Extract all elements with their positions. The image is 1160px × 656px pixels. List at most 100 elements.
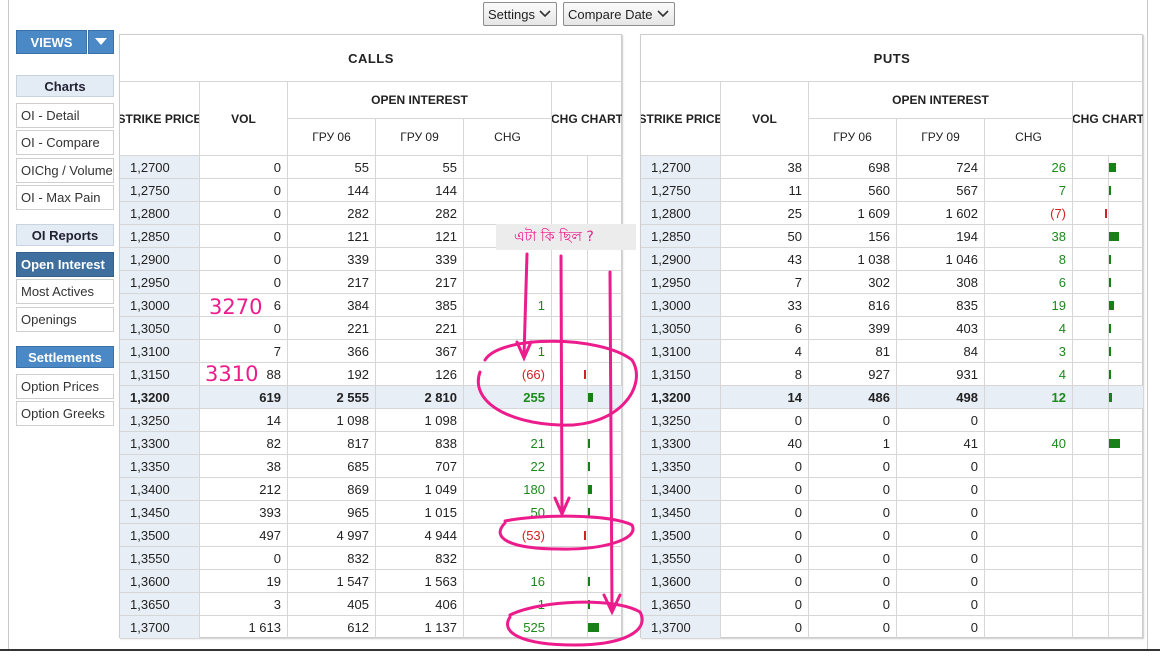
sidebar-item-oi-compare[interactable]: OI - Compare: [16, 130, 114, 155]
chart-axis-line: [1108, 547, 1109, 569]
oi-month2-cell: 126: [376, 363, 464, 386]
oi-month1-cell: 144: [288, 179, 376, 202]
views-button[interactable]: VIEWS: [16, 30, 87, 54]
oi-month2-cell: 0: [897, 501, 985, 524]
chg-bar: [1109, 393, 1112, 402]
sidebar-item-oi-max-pain[interactable]: OI - Max Pain: [16, 185, 114, 210]
sidebar-item-open-interest[interactable]: Open Interest: [16, 252, 114, 277]
oi-month2-cell: 931: [897, 363, 985, 386]
chg-bar: [588, 393, 593, 402]
frame-bottom-border: [0, 649, 1160, 651]
strike-cell: 1,2900: [641, 248, 721, 271]
sidebar-item-option-greeks[interactable]: Option Greeks: [16, 401, 114, 426]
compare-date-label: Compare Date: [567, 6, 653, 22]
chg-chart-cell: [552, 593, 623, 616]
chg-cell: 50: [464, 501, 552, 524]
sidebar-item-oi-detail[interactable]: OI - Detail: [16, 103, 114, 128]
chg-cell: 4: [985, 317, 1073, 340]
oi-month2-cell: 406: [376, 593, 464, 616]
calls-panel: CALLS STRIKE PRICE VOL OPEN INTEREST CHG…: [119, 34, 623, 639]
chg-cell: [464, 317, 552, 340]
chg-chart-cell: [552, 478, 623, 501]
strike-cell: 1,3500: [120, 524, 200, 547]
chg-chart-cell: [552, 363, 623, 386]
chg-cell: 38: [985, 225, 1073, 248]
vol-cell: 14: [200, 409, 288, 432]
chg-cell: 22: [464, 455, 552, 478]
chg-chart-cell: [552, 616, 623, 639]
chg-cell: [985, 616, 1073, 639]
chart-axis-line: [1108, 409, 1109, 431]
oi-month2-cell: 838: [376, 432, 464, 455]
sidebar-item-oichg-volume[interactable]: OIChg / Volume: [16, 158, 114, 183]
oi-reports-header: OI Reports: [16, 224, 114, 246]
oi-month1-cell: 0: [809, 455, 897, 478]
vol-cell: 0: [721, 455, 809, 478]
oi-month2-cell: 567: [897, 179, 985, 202]
strike-cell: 1,3450: [641, 501, 721, 524]
chg-bar: [1109, 439, 1120, 448]
vol-cell: 212: [200, 478, 288, 501]
sidebar-item-openings[interactable]: Openings: [16, 307, 114, 332]
vol-cell: 4: [721, 340, 809, 363]
strike-cell: 1,3500: [641, 524, 721, 547]
strike-cell: 1,3400: [120, 478, 200, 501]
chart-axis-line: [587, 271, 588, 293]
vol-cell: 6: [721, 317, 809, 340]
vol-cell: 0: [200, 317, 288, 340]
settings-label: Settings: [488, 6, 535, 22]
chg-chart-cell: [552, 271, 623, 294]
oi-month1-cell: 282: [288, 202, 376, 225]
chg-cell: 40: [985, 432, 1073, 455]
strike-cell: 1,3250: [641, 409, 721, 432]
top-toolbar: Settings Compare Date: [483, 2, 675, 26]
settings-dropdown[interactable]: Settings: [483, 2, 557, 26]
chart-axis-line: [1108, 616, 1109, 638]
chg-bar: [588, 577, 590, 586]
chg-chart-cell: [1073, 156, 1144, 179]
chg-chart-cell: [1073, 478, 1144, 501]
chg-bar: [584, 531, 586, 540]
strike-cell: 1,3300: [120, 432, 200, 455]
compare-date-dropdown[interactable]: Compare Date: [562, 2, 675, 26]
chg-cell: 26: [985, 156, 1073, 179]
open-interest-header: OPEN INTEREST: [288, 82, 552, 119]
chart-axis-line: [1108, 501, 1109, 523]
chg-cell: 180: [464, 478, 552, 501]
oi-month1-cell: 698: [809, 156, 897, 179]
chg-chart-cell: [1073, 432, 1144, 455]
chg-chart-cell: [552, 524, 623, 547]
chart-axis-line: [1108, 478, 1109, 500]
chg-cell: 255: [464, 386, 552, 409]
chg-chart-cell: [1073, 524, 1144, 547]
strike-price-header: STRIKE PRICE: [120, 82, 200, 156]
sidebar-item-most-actives[interactable]: Most Actives: [16, 279, 114, 304]
vol-header: VOL: [200, 82, 288, 156]
oi-month1-cell: 0: [809, 593, 897, 616]
strike-cell: 1,3650: [120, 593, 200, 616]
views-dropdown-toggle[interactable]: [88, 30, 114, 54]
views-menu[interactable]: VIEWS: [16, 30, 114, 54]
chart-axis-line: [587, 202, 588, 224]
oi-month2-cell: 0: [897, 593, 985, 616]
chart-axis-line: [587, 547, 588, 569]
month2-header: ГРУ 09: [376, 119, 464, 156]
strike-cell: 1,3100: [120, 340, 200, 363]
annotation-note-3270: 3270: [209, 295, 263, 319]
chart-axis-line: [1108, 202, 1109, 224]
chg-chart-cell: [1073, 179, 1144, 202]
oi-month1-cell: 0: [809, 478, 897, 501]
chart-axis-line: [1108, 524, 1109, 546]
month1-header: ГРУ 06: [288, 119, 376, 156]
vol-header: VOL: [721, 82, 809, 156]
chg-bar: [588, 439, 590, 448]
oi-month1-cell: 399: [809, 317, 897, 340]
oi-month1-cell: 217: [288, 271, 376, 294]
chg-bar: [1105, 209, 1107, 218]
oi-month2-cell: 121: [376, 225, 464, 248]
sidebar-item-option-prices[interactable]: Option Prices: [16, 374, 114, 399]
chg-cell: (53): [464, 524, 552, 547]
chart-axis-line: [587, 248, 588, 270]
oi-month2-cell: 1 602: [897, 202, 985, 225]
strike-cell: 1,3350: [641, 455, 721, 478]
